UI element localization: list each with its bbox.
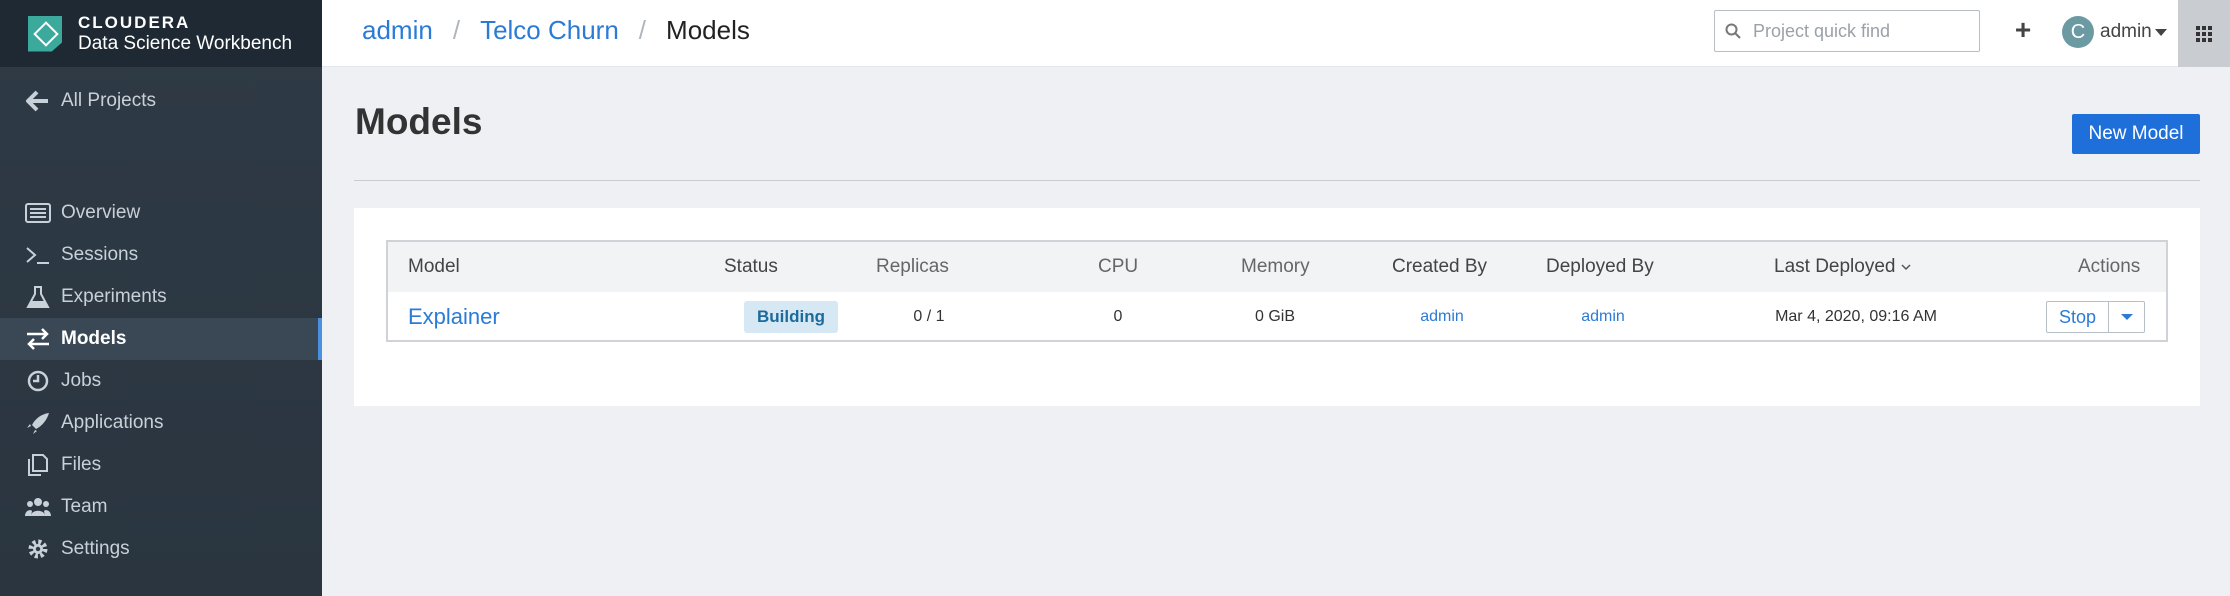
team-icon [24, 495, 52, 519]
search-icon [1725, 23, 1741, 39]
top-bar: admin / Telco Churn / Models + C admin [322, 0, 2230, 67]
apps-menu-button[interactable] [2178, 0, 2230, 67]
cpu-value: 0 [1113, 308, 1123, 325]
sidebar-item-label: Files [61, 454, 102, 475]
actions-dropdown-button[interactable] [2109, 301, 2146, 333]
sidebar-item-label: Jobs [61, 370, 102, 391]
deployed-by-link[interactable]: admin [1581, 308, 1625, 326]
search-input[interactable] [1753, 20, 1973, 42]
table-header: Model Status Replicas CPU Memory Created… [388, 242, 2166, 292]
column-header-memory: Memory [1241, 256, 1310, 277]
sidebar-item-overview[interactable]: Overview [0, 192, 322, 234]
arrows-icon [24, 327, 52, 351]
user-menu[interactable]: C admin [2062, 16, 2167, 48]
replicas-value: 0 / 1 [913, 308, 945, 325]
breadcrumb-current: Models [666, 15, 750, 45]
models-panel: Model Status Replicas CPU Memory Created… [354, 208, 2200, 406]
overview-icon [24, 201, 52, 225]
sidebar-nav: Overview Sessions Experiments Models Job… [0, 192, 322, 570]
user-name: admin [2100, 21, 2152, 42]
sidebar-item-experiments[interactable]: Experiments [0, 276, 322, 318]
sidebar-item-label: Settings [61, 538, 130, 559]
column-header-last-deployed-label: Last Deployed [1774, 256, 1896, 277]
sidebar-item-jobs[interactable]: Jobs [0, 360, 322, 402]
sidebar-item-settings[interactable]: Settings [0, 528, 322, 570]
model-name-link[interactable]: Explainer [408, 304, 500, 330]
last-deployed-value: Mar 4, 2020, 09:16 AM [1775, 308, 1937, 325]
apps-grid-icon [2196, 25, 2212, 42]
terminal-icon [24, 243, 52, 267]
brand-product: Data Science Workbench [78, 32, 293, 54]
divider [354, 180, 2200, 181]
sidebar-item-label: Team [61, 496, 108, 517]
sidebar-item-models[interactable]: Models [0, 318, 322, 360]
flask-icon [24, 285, 52, 309]
all-projects-link[interactable]: All Projects [0, 80, 322, 122]
sidebar-item-applications[interactable]: Applications [0, 402, 322, 444]
sidebar-item-team[interactable]: Team [0, 486, 322, 528]
cloudera-logo-icon [28, 15, 62, 52]
column-header-cpu: CPU [1098, 256, 1139, 277]
chevron-down-icon [2154, 28, 2167, 36]
models-table: Model Status Replicas CPU Memory Created… [386, 240, 2168, 342]
project-quick-find [1714, 10, 1980, 52]
breadcrumb-project-link[interactable]: Telco Churn [480, 15, 619, 46]
brand-company: CLOUDERA [78, 12, 191, 32]
table-row: Explainer Building 0 / 1 0 0 GiB admin a… [388, 292, 2166, 342]
column-header-actions: Actions [2078, 256, 2141, 277]
sidebar-item-label: Models [61, 328, 127, 349]
sidebar: CLOUDERA Data Science Workbench All Proj… [0, 0, 322, 596]
column-header-last-deployed[interactable]: Last Deployed [1774, 242, 1911, 292]
column-header-replicas: Replicas [876, 256, 949, 277]
chevron-down-icon [2120, 314, 2133, 320]
arrow-left-icon [24, 89, 52, 113]
column-header-model: Model [408, 256, 460, 277]
column-header-created-by: Created By [1392, 256, 1488, 277]
rocket-icon [24, 411, 52, 435]
sidebar-item-label: Experiments [61, 286, 167, 307]
stop-button[interactable]: Stop [2046, 301, 2110, 333]
page-title: Models [355, 101, 483, 142]
memory-value: 0 GiB [1254, 308, 1295, 325]
model-actions: Stop [2046, 301, 2146, 333]
clock-icon [24, 369, 52, 393]
breadcrumb-separator: / [638, 15, 647, 45]
add-button[interactable]: + [2010, 16, 2036, 44]
column-header-deployed-by: Deployed By [1546, 256, 1654, 277]
sidebar-item-sessions[interactable]: Sessions [0, 234, 322, 276]
avatar: C [2062, 16, 2094, 48]
gear-icon [24, 537, 52, 561]
new-model-button[interactable]: New Model [2072, 114, 2200, 154]
status-badge: Building [744, 301, 838, 333]
files-icon [24, 453, 52, 477]
sidebar-item-label: Overview [61, 202, 141, 223]
created-by-link[interactable]: admin [1420, 308, 1464, 326]
sort-desc-icon [1901, 264, 1911, 271]
sidebar-item-label: Applications [61, 412, 164, 433]
brand[interactable]: CLOUDERA Data Science Workbench [0, 0, 322, 67]
breadcrumb: admin / Telco Churn / Models [362, 15, 750, 46]
all-projects-label: All Projects [61, 90, 157, 111]
sidebar-item-label: Sessions [61, 244, 139, 265]
breadcrumb-user-link[interactable]: admin [362, 15, 433, 46]
column-header-status: Status [724, 256, 778, 277]
sidebar-item-files[interactable]: Files [0, 444, 322, 486]
breadcrumb-separator: / [452, 15, 461, 45]
